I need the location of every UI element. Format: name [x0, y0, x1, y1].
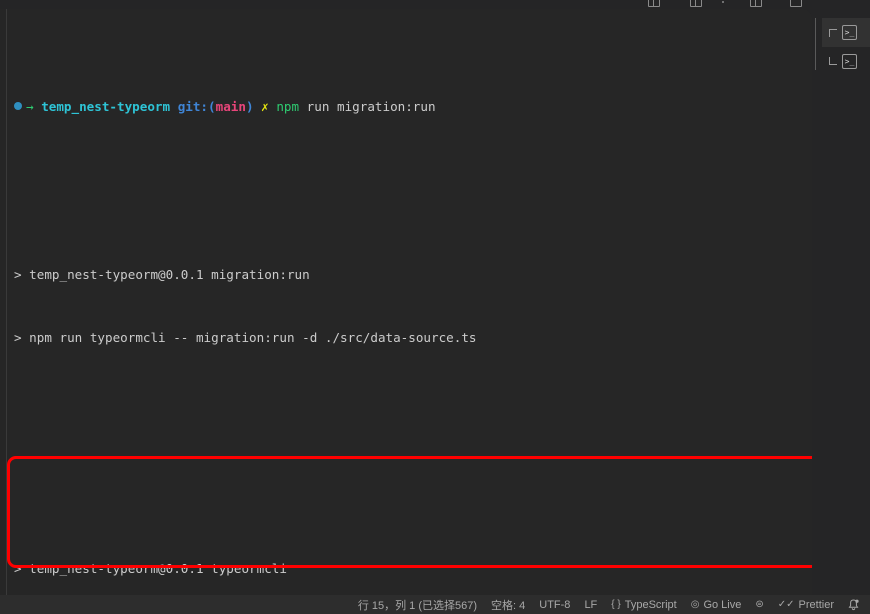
status-language-mode-label: TypeScript: [624, 598, 677, 611]
status-language-mode[interactable]: { } TypeScript: [604, 595, 683, 614]
status-cursor-position-label: 行 15，列 1 (已选择567): [357, 599, 478, 612]
broadcast-icon: ◎: [690, 599, 700, 610]
checkmarks-icon: ✓✓: [777, 599, 795, 610]
status-indentation-label: 空格: 4: [491, 599, 526, 612]
status-notifications[interactable]: [841, 595, 866, 614]
split-editor-icon-3[interactable]: [750, 0, 762, 7]
prompt-directory: temp_nest-typeorm: [41, 99, 171, 114]
output-text: > npm run typeormcli -- migration:run -d…: [14, 330, 477, 345]
terminal-icon: >_: [842, 25, 857, 40]
editor-tabs-strip: [0, 0, 870, 9]
command-tail: run migration:run: [299, 99, 436, 114]
prompt-git-prefix: git:(: [177, 99, 216, 114]
vscode-window: → temp_nest-typeorm git:(main) ✗ npm run…: [0, 0, 870, 614]
status-cursor-position[interactable]: 行 15，列 1 (已选择567): [351, 595, 484, 614]
terminal-panel: → temp_nest-typeorm git:(main) ✗ npm run…: [0, 9, 870, 604]
status-prettier[interactable]: ✓✓ Prettier: [771, 595, 841, 614]
status-encoding-label: UTF-8: [539, 598, 571, 611]
tree-branch-top-icon: [829, 28, 838, 37]
braces-icon: { }: [611, 599, 621, 610]
terminal-output-line: > temp_nest-typeorm@0.0.1 migration:run: [14, 264, 804, 285]
prompt-status-dot: [14, 102, 22, 110]
terminal-icon: >_: [842, 54, 857, 69]
terminal-tab-2[interactable]: >_: [822, 47, 870, 76]
status-go-live-label: Go Live: [703, 598, 742, 611]
terminal-output-line: > npm run typeormcli -- migration:run -d…: [14, 327, 804, 348]
tab-separator-dot: [722, 1, 724, 3]
split-editor-icon-2[interactable]: [690, 0, 702, 7]
terminal-column-rule: [815, 18, 816, 70]
tree-branch-bottom-icon: [829, 57, 838, 66]
layout-icon[interactable]: [790, 0, 802, 7]
split-editor-icon-1[interactable]: [648, 0, 660, 7]
output-text: > temp_nest-typeorm@0.0.1 typeormcli: [14, 561, 287, 576]
panel-left-rule: [6, 9, 7, 595]
bell-icon: [848, 598, 859, 611]
prompt-status-mark: ✗: [261, 99, 269, 114]
prompt-git-branch: main: [215, 99, 246, 114]
status-eol[interactable]: LF: [577, 595, 604, 614]
status-indentation[interactable]: 空格: 4: [484, 595, 532, 614]
command-head: npm: [276, 99, 300, 114]
status-extension[interactable]: ⊜: [748, 595, 770, 614]
prompt-git-suffix: ): [245, 99, 254, 114]
terminal-tab-1[interactable]: >_: [822, 18, 870, 47]
prompt-arrow-icon: →: [26, 99, 34, 114]
extension-status-icon: ⊜: [755, 599, 764, 610]
status-prettier-label: Prettier: [798, 598, 834, 611]
status-bar: 行 15，列 1 (已选择567) 空格: 4 UTF-8 LF { } Typ…: [0, 595, 870, 614]
terminal-output-area[interactable]: → temp_nest-typeorm git:(main) ✗ npm run…: [0, 9, 812, 595]
terminal-prompt-line: → temp_nest-typeorm git:(main) ✗ npm run…: [14, 96, 804, 117]
terminal-text: → temp_nest-typeorm git:(main) ✗ npm run…: [14, 12, 804, 595]
terminal-tab-list: >_ >_: [822, 18, 870, 604]
status-go-live[interactable]: ◎ Go Live: [684, 595, 749, 614]
terminal-output-line: > temp_nest-typeorm@0.0.1 typeormcli: [14, 558, 804, 579]
output-text: > temp_nest-typeorm@0.0.1 migration:run: [14, 267, 310, 282]
status-encoding[interactable]: UTF-8: [532, 595, 577, 614]
status-eol-label: LF: [584, 598, 598, 611]
